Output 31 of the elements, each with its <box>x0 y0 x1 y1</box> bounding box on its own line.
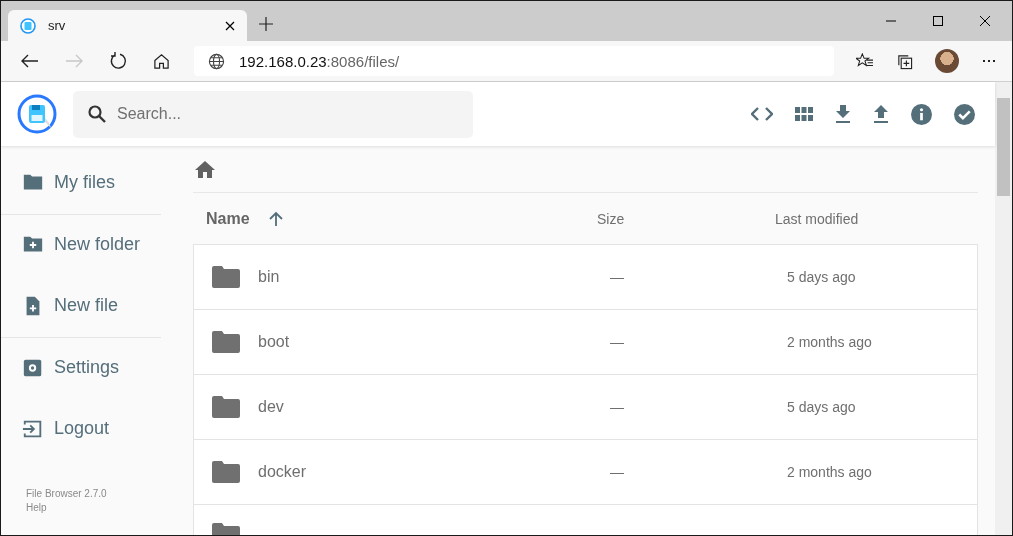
file-modified: 5 days ago <box>787 269 857 285</box>
sidebar-item[interactable]: Logout <box>1 410 161 447</box>
file-name: boot <box>258 333 290 351</box>
file-size: — <box>610 464 625 480</box>
url-text: 192.168.0.23:8086/files/ <box>239 52 400 70</box>
file-size: — <box>610 269 625 285</box>
help-link[interactable]: Help <box>26 501 161 515</box>
search-field[interactable]: Search... <box>73 90 473 138</box>
column-header[interactable]: Name <box>193 209 597 228</box>
browser-tab[interactable]: srv <box>8 10 247 41</box>
file-name: dev <box>258 398 284 416</box>
file-name: docker <box>258 463 307 481</box>
column-header[interactable]: Size <box>597 210 775 227</box>
version-text: File Browser 2.7.0 <box>26 487 108 501</box>
sidebar-item[interactable]: New file <box>1 287 161 324</box>
file-size: — <box>610 399 625 415</box>
column-header[interactable]: Last modified <box>775 210 859 227</box>
file-row[interactable]: docker — 2 months ago <box>193 440 978 505</box>
file-modified: 2 months ago <box>787 334 873 350</box>
sidebar-item[interactable]: Settings <box>1 349 161 386</box>
sidebar-item[interactable]: New folder <box>1 226 161 263</box>
file-row[interactable]: boot — 2 months ago <box>193 310 978 375</box>
file-size: — <box>610 334 625 350</box>
tab-title: srv <box>48 18 67 33</box>
file-modified: 5 days ago <box>787 399 857 415</box>
file-name: bin <box>258 268 280 286</box>
file-row[interactable]: bin — 5 days ago <box>193 245 978 310</box>
sidebar-item[interactable]: My files <box>1 164 161 201</box>
address-bar[interactable]: 192.168.0.23:8086/files/ <box>194 46 834 76</box>
file-modified: 2 months ago <box>787 464 873 480</box>
file-row[interactable]: dev — 5 days ago <box>193 375 978 440</box>
